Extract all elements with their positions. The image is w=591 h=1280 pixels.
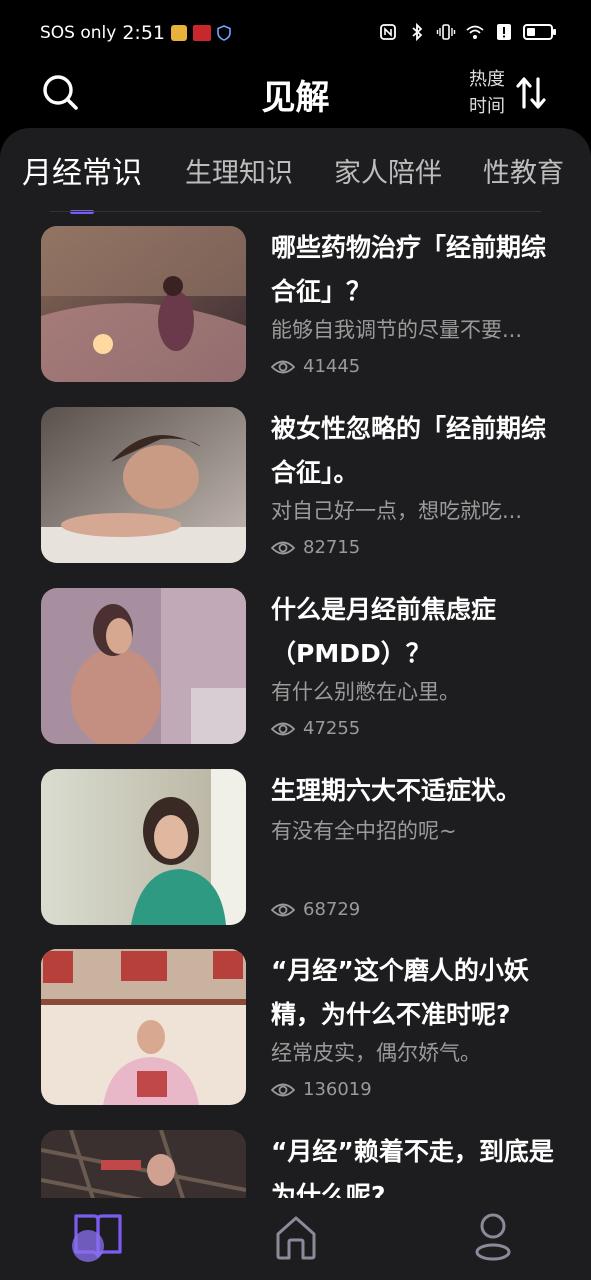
category-tabs: 月经常识 生理知识 家人陪伴 性教育	[0, 148, 591, 214]
tab-sex-education[interactable]: 性教育	[483, 151, 564, 190]
article-thumbnail[interactable]	[41, 949, 246, 1105]
article-title[interactable]: 生理期六大不适症状。	[271, 769, 556, 813]
article-item[interactable]: 被女性忽略的「经前期综合征」。 对自己好一点，想吃就吃... 82715	[0, 407, 591, 565]
bluetooth-icon	[412, 22, 423, 42]
notification-news-icon	[193, 25, 211, 41]
home-icon[interactable]	[268, 1210, 324, 1264]
bottom-navigation	[0, 1198, 591, 1280]
article-item[interactable]: 生理期六大不适症状。 有没有全中招的呢~ 68729	[0, 769, 591, 927]
status-right	[378, 22, 556, 42]
view-count: 68729	[271, 899, 360, 920]
eye-icon	[271, 360, 295, 373]
article-thumbnail[interactable]	[41, 226, 246, 382]
view-count-value: 68729	[303, 899, 361, 920]
eye-icon	[271, 1083, 295, 1096]
eye-icon	[271, 903, 295, 916]
alert-icon	[497, 24, 511, 40]
eye-icon	[271, 541, 295, 554]
article-title[interactable]: 哪些药物治疗「经前期综合征」？	[271, 226, 556, 314]
battery-icon	[523, 24, 556, 40]
wifi-icon	[466, 25, 484, 39]
nfc-icon	[380, 24, 396, 40]
article-desc: 有没有全中招的呢~	[271, 819, 457, 843]
view-count: 136019	[271, 1079, 372, 1100]
view-count-value: 41445	[303, 356, 361, 377]
article-item[interactable]: 哪些药物治疗「经前期综合征」？ 能够自我调节的尽量不要... 41445	[0, 226, 591, 384]
status-left: SOS only 2:51	[40, 22, 231, 44]
view-count-value: 47255	[303, 718, 361, 739]
article-title[interactable]: 被女性忽略的「经前期综合征」。	[271, 407, 556, 495]
article-thumbnail[interactable]	[41, 588, 246, 744]
sort-labels: 热度 时间	[469, 66, 505, 120]
article-desc: 有什么别憋在心里。	[271, 680, 460, 704]
view-count-value: 82715	[303, 537, 361, 558]
view-count: 41445	[271, 356, 360, 377]
profile-icon[interactable]	[465, 1210, 521, 1264]
book-icon[interactable]	[70, 1210, 126, 1264]
article-title[interactable]: “月经”这个磨人的小妖精，为什么不准时呢?	[271, 949, 556, 1037]
article-desc: 能够自我调节的尽量不要...	[271, 318, 523, 342]
view-count: 82715	[271, 537, 360, 558]
article-desc: 经常皮实，偶尔娇气。	[271, 1041, 481, 1065]
tab-family-support[interactable]: 家人陪伴	[334, 151, 442, 190]
eye-icon	[271, 722, 295, 735]
vibrate-icon	[436, 24, 456, 40]
tab-menstrual-basics[interactable]: 月经常识	[22, 148, 142, 192]
sort-icon[interactable]	[515, 75, 547, 111]
article-item[interactable]: “月经”这个磨人的小妖精，为什么不准时呢? 经常皮实，偶尔娇气。 136019	[0, 949, 591, 1107]
sort-toggle[interactable]: 热度 时间	[469, 66, 547, 120]
article-title[interactable]: 什么是月经前焦虑症（PMDD）？	[271, 588, 556, 676]
battery-level	[527, 28, 535, 36]
view-count-value: 136019	[303, 1079, 372, 1100]
article-item[interactable]: 什么是月经前焦虑症（PMDD）？ 有什么别憋在心里。 47255	[0, 588, 591, 746]
sort-time-label[interactable]: 时间	[469, 93, 505, 120]
shield-icon	[217, 25, 231, 41]
article-desc: 对自己好一点，想吃就吃...	[271, 499, 523, 523]
clock: 2:51	[122, 22, 165, 44]
sort-hot-label[interactable]: 热度	[469, 66, 505, 93]
article-thumbnail[interactable]	[41, 769, 246, 925]
status-bar: SOS only 2:51	[0, 0, 591, 62]
tab-physiology[interactable]: 生理知识	[185, 151, 293, 190]
app-header: 见解 热度 时间	[0, 62, 591, 128]
content-panel: 月经常识 生理知识 家人陪伴 性教育 哪些药物治疗「经前期综合征」？ 能够自我调…	[0, 128, 591, 1280]
view-count: 47255	[271, 718, 360, 739]
article-thumbnail[interactable]	[41, 407, 246, 563]
divider	[50, 211, 541, 212]
notification-app-icon	[171, 25, 187, 41]
carrier-label: SOS only	[40, 23, 117, 43]
